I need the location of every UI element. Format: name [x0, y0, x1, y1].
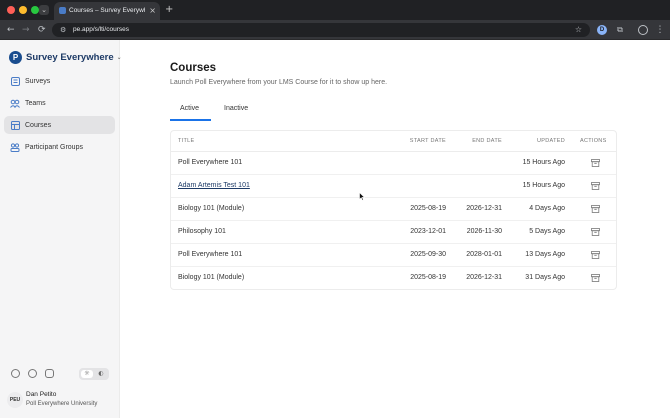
user-organization: Poll Everywhere University — [26, 401, 98, 407]
table-row[interactable]: Poll Everywhere 101 2025-09-30 2028-01-0… — [171, 244, 616, 267]
tab-close-icon[interactable]: × — [149, 5, 156, 17]
table-row[interactable]: Philosophy 101 2023-12-01 2026-11-30 5 D… — [171, 221, 616, 244]
teams-icon — [10, 98, 20, 108]
tab-active[interactable]: Active — [180, 105, 199, 112]
forward-button[interactable]: → — [22, 24, 30, 36]
extensions-puzzle-icon[interactable]: ⧉ — [615, 25, 625, 35]
course-tabs: Active Inactive — [170, 100, 617, 121]
courses-icon — [10, 120, 20, 130]
course-title[interactable]: Poll Everywhere 101 — [178, 251, 242, 258]
chevron-down-icon: ⌄ — [116, 53, 122, 61]
course-start-date: 2025-08-19 — [410, 205, 446, 212]
extension-icon[interactable]: D — [597, 25, 607, 35]
archive-icon[interactable] — [591, 205, 600, 213]
bookmark-star-icon[interactable]: ☆ — [575, 24, 582, 36]
dark-mode-icon[interactable]: ◐ — [95, 370, 107, 378]
surveys-icon — [10, 76, 20, 86]
minimize-window-button[interactable] — [19, 6, 27, 14]
sidebar-item-courses[interactable]: Courses — [4, 116, 115, 134]
table-row[interactable]: Adam Artemis Test 101 15 Hours Ago — [171, 175, 616, 198]
course-end-date: 2026-12-31 — [466, 274, 502, 281]
course-title[interactable]: Poll Everywhere 101 — [178, 159, 242, 166]
course-updated: 5 Days Ago — [529, 228, 565, 235]
avatar: PEU — [7, 392, 23, 408]
sidebar-item-teams[interactable]: Teams — [4, 94, 115, 112]
course-updated: 15 Hours Ago — [522, 182, 565, 189]
light-mode-icon[interactable]: ☼ — [81, 370, 93, 378]
page-subtitle: Launch Poll Everywhere from your LMS Cou… — [170, 79, 388, 86]
column-header-end-date[interactable]: END DATE — [472, 138, 502, 144]
address-bar[interactable]: ⚙ pe.app/s/lti/courses ☆ — [52, 23, 590, 37]
new-tab-button[interactable]: + — [165, 4, 173, 16]
course-title[interactable]: Philosophy 101 — [178, 228, 226, 235]
archive-icon[interactable] — [591, 251, 600, 259]
archive-icon[interactable] — [591, 228, 600, 236]
column-header-updated[interactable]: UPDATED — [537, 138, 565, 144]
course-start-date: 2025-08-19 — [410, 274, 446, 281]
url-text[interactable]: pe.app/s/lti/courses — [73, 25, 129, 35]
course-updated: 4 Days Ago — [529, 205, 565, 212]
mouse-cursor-icon — [359, 192, 365, 201]
archive-icon[interactable] — [591, 182, 600, 190]
sidebar-item-label: Teams — [25, 99, 46, 107]
back-button[interactable]: ← — [7, 24, 15, 36]
browser-titlebar: ⌄ Courses – Survey Everywhere × + — [0, 0, 670, 20]
site-settings-icon[interactable]: ⚙ — [60, 25, 66, 35]
close-window-button[interactable] — [7, 6, 15, 14]
archive-icon[interactable] — [591, 274, 600, 282]
profile-icon[interactable] — [638, 25, 648, 35]
tab-title: Courses – Survey Everywhere — [69, 7, 145, 14]
page-title: Courses — [170, 62, 217, 74]
sidebar-item-participant-groups[interactable]: Participant Groups — [4, 138, 115, 156]
help-icon[interactable] — [11, 369, 20, 378]
course-title-link[interactable]: Adam Artemis Test 101 — [178, 182, 250, 189]
browser-tab-courses[interactable]: Courses – Survey Everywhere × — [54, 2, 160, 20]
brand-switcher[interactable]: P Survey Everywhere ⌄ — [9, 50, 122, 64]
user-name: Dan Petito — [26, 391, 57, 398]
theme-toggle[interactable]: ☼ ◐ — [79, 368, 109, 380]
column-header-start-date[interactable]: START DATE — [410, 138, 446, 144]
course-start-date: 2023-12-01 — [410, 228, 446, 235]
favicon-icon — [59, 7, 66, 14]
course-end-date: 2026-12-31 — [466, 205, 502, 212]
sidebar-item-label: Courses — [25, 121, 52, 129]
sidebar-item-label: Surveys — [25, 77, 51, 85]
course-updated: 15 Hours Ago — [522, 159, 565, 166]
settings-icon[interactable] — [28, 369, 37, 378]
sidebar-item-label: Participant Groups — [25, 143, 83, 151]
table-row[interactable]: Biology 101 (Module) 2025-08-19 2026-12-… — [171, 198, 616, 221]
course-end-date: 2028-01-01 — [466, 251, 502, 258]
sidebar-item-surveys[interactable]: Surveys — [4, 72, 115, 90]
column-header-title[interactable]: TITLE — [178, 138, 194, 144]
maximize-window-button[interactable] — [31, 6, 39, 14]
course-end-date: 2026-11-30 — [466, 228, 502, 235]
tab-search-button[interactable]: ⌄ — [39, 5, 49, 15]
brand-logo-icon: P — [9, 50, 22, 64]
brand-name: Survey Everywhere — [26, 51, 114, 63]
sidebar: P Survey Everywhere ⌄ Surveys Teams Cour… — [0, 40, 122, 418]
reload-button[interactable]: ⟳ — [38, 24, 46, 36]
active-tab-indicator — [170, 119, 211, 121]
browser-toolbar: ← → ⟳ ⚙ pe.app/s/lti/courses ☆ D ⧉ ⋮ — [0, 20, 670, 40]
tab-inactive[interactable]: Inactive — [224, 105, 248, 112]
course-updated: 31 Days Ago — [525, 274, 565, 281]
course-title[interactable]: Biology 101 (Module) — [178, 274, 244, 281]
course-updated: 13 Days Ago — [525, 251, 565, 258]
table-row[interactable]: Biology 101 (Module) 2025-08-19 2026-12-… — [171, 267, 616, 289]
course-start-date: 2025-09-30 — [410, 251, 446, 258]
browser-menu-icon[interactable]: ⋮ — [655, 25, 665, 35]
column-header-actions: ACTIONS — [580, 138, 607, 144]
support-headset-icon[interactable] — [45, 369, 54, 378]
course-title[interactable]: Biology 101 (Module) — [178, 205, 244, 212]
courses-table: TITLE START DATE END DATE UPDATED ACTION… — [170, 130, 617, 290]
participant-groups-icon — [10, 142, 20, 152]
table-header: TITLE START DATE END DATE UPDATED ACTION… — [171, 131, 616, 152]
archive-icon[interactable] — [591, 159, 600, 167]
user-account[interactable]: PEU Dan Petito Poll Everywhere Universit… — [7, 390, 117, 412]
table-row[interactable]: Poll Everywhere 101 15 Hours Ago — [171, 152, 616, 175]
